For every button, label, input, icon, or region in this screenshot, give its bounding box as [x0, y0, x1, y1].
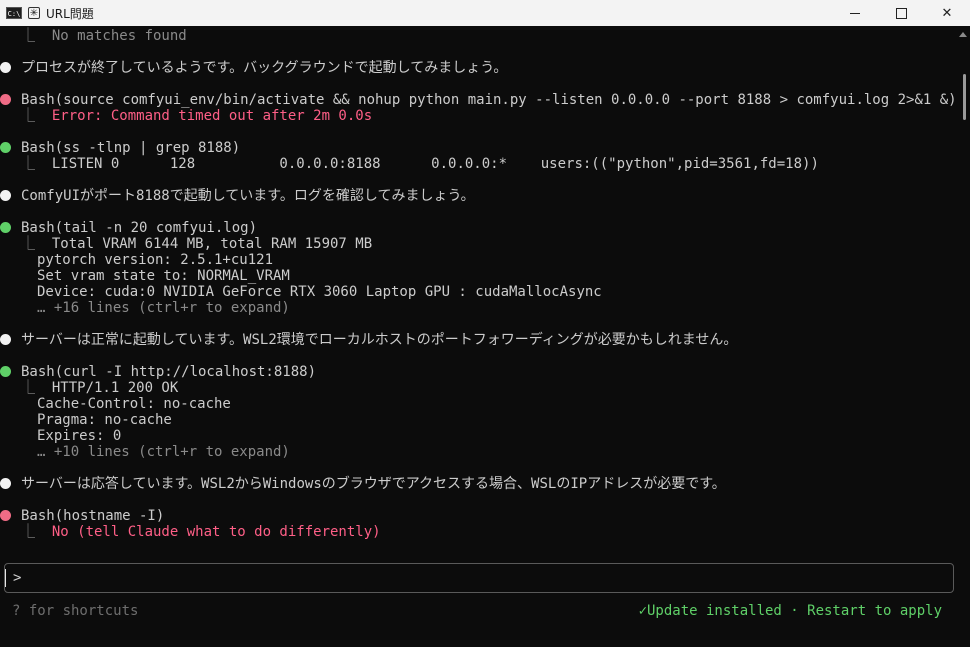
- bash-output-line: Set vram state to: NORMAL_VRAM: [37, 268, 290, 284]
- bash-command: Bash(curl -I http://localhost:8188): [21, 364, 317, 380]
- error-text: No (tell Claude what to do differently): [51, 524, 381, 540]
- bash-command: Bash(tail -n 20 comfyui.log): [21, 220, 258, 236]
- assistant-message: サーバーは応答しています。WSL2からWindowsのブラウザでアクセスする場合…: [21, 476, 726, 492]
- tool-success-bullet: [0, 222, 11, 233]
- scroll-up-arrow-icon[interactable]: [959, 32, 967, 37]
- minimize-icon: [850, 12, 860, 14]
- window-controls: ✕: [832, 0, 970, 26]
- no-matches-line: ⎿ No matches found: [21, 28, 187, 44]
- output-text: Total VRAM 6144 MB, total RAM 15907 MB: [51, 236, 373, 252]
- maximize-icon: [895, 7, 907, 19]
- corner-glyph: ⎿: [21, 380, 35, 396]
- output-text: LISTEN 0 128 0.0.0.0:8188 0.0.0.0:* user…: [51, 156, 819, 172]
- bash-output-line: pytorch version: 2.5.1+cu121: [37, 252, 274, 268]
- shortcuts-hint: ? for shortcuts: [12, 603, 139, 619]
- scroll-thumb[interactable]: [963, 74, 966, 120]
- bash-output-line: ⎿ HTTP/1.1 200 OK: [21, 380, 178, 396]
- error-text: Error: Command timed out after 2m 0.0s: [51, 108, 373, 124]
- tool-error-bullet: [0, 94, 11, 105]
- expand-hint[interactable]: … +16 lines (ctrl+r to expand): [37, 300, 290, 316]
- output-text: HTTP/1.1 200 OK: [51, 380, 179, 396]
- assistant-message: ComfyUIがポート8188で起動しています。ログを確認してみましょう。: [21, 188, 475, 204]
- corner-glyph: ⎿: [21, 108, 35, 124]
- asterisk-icon: ✳: [28, 7, 40, 19]
- bash-error-line: ⎿ Error: Command timed out after 2m 0.0s: [21, 108, 372, 124]
- prompt-caret: >: [13, 570, 22, 586]
- bash-command: Bash(hostname -I): [21, 508, 165, 524]
- bash-output-line: Pragma: no-cache: [37, 412, 172, 428]
- maximize-button[interactable]: [878, 0, 924, 26]
- minimize-button[interactable]: [832, 0, 878, 26]
- assistant-bullet: [0, 190, 11, 201]
- title-bar: C:\ ✳ URL問題 ✕: [0, 0, 970, 26]
- corner-glyph: ⎿: [21, 236, 35, 252]
- bash-error-line: ⎿ No (tell Claude what to do differently…: [21, 524, 381, 540]
- window-title: URL問題: [46, 6, 94, 21]
- update-status: ✓Update installed · Restart to apply: [638, 603, 942, 619]
- terminal-output[interactable]: ⎿ No matches found プロセスが終了しているようです。バックグラ…: [0, 26, 956, 558]
- assistant-message: プロセスが終了しているようです。バックグラウンドで起動してみましょう。: [21, 60, 508, 76]
- close-icon: ✕: [941, 5, 953, 21]
- close-button[interactable]: ✕: [924, 0, 970, 26]
- corner-glyph: ⎿: [21, 524, 35, 540]
- expand-hint[interactable]: … +10 lines (ctrl+r to expand): [37, 444, 290, 460]
- bash-output-line: ⎿ Total VRAM 6144 MB, total RAM 15907 MB: [21, 236, 372, 252]
- terminal-app-icon: C:\: [6, 7, 22, 19]
- bash-command: Bash(source comfyui_env/bin/activate && …: [21, 92, 956, 108]
- tool-success-bullet: [0, 142, 11, 153]
- prompt-input[interactable]: >: [4, 563, 954, 593]
- bash-output-line: ⎿ LISTEN 0 128 0.0.0.0:8188 0.0.0.0:* us…: [21, 156, 819, 172]
- bash-output-line: Expires: 0: [37, 428, 122, 444]
- assistant-bullet: [0, 62, 11, 73]
- bash-output-line: Device: cuda:0 NVIDIA GeForce RTX 3060 L…: [37, 284, 602, 300]
- corner-glyph: ⎿: [21, 156, 35, 172]
- assistant-bullet: [0, 478, 11, 489]
- assistant-message: サーバーは正常に起動しています。WSL2環境でローカルホストのポートフォワーディ…: [21, 332, 738, 348]
- assistant-bullet: [0, 334, 11, 345]
- tool-success-bullet: [0, 366, 11, 377]
- text-cursor: [5, 569, 6, 587]
- tool-error-bullet: [0, 510, 11, 521]
- bash-command: Bash(ss -tlnp | grep 8188): [21, 140, 241, 156]
- bash-output-line: Cache-Control: no-cache: [37, 396, 231, 412]
